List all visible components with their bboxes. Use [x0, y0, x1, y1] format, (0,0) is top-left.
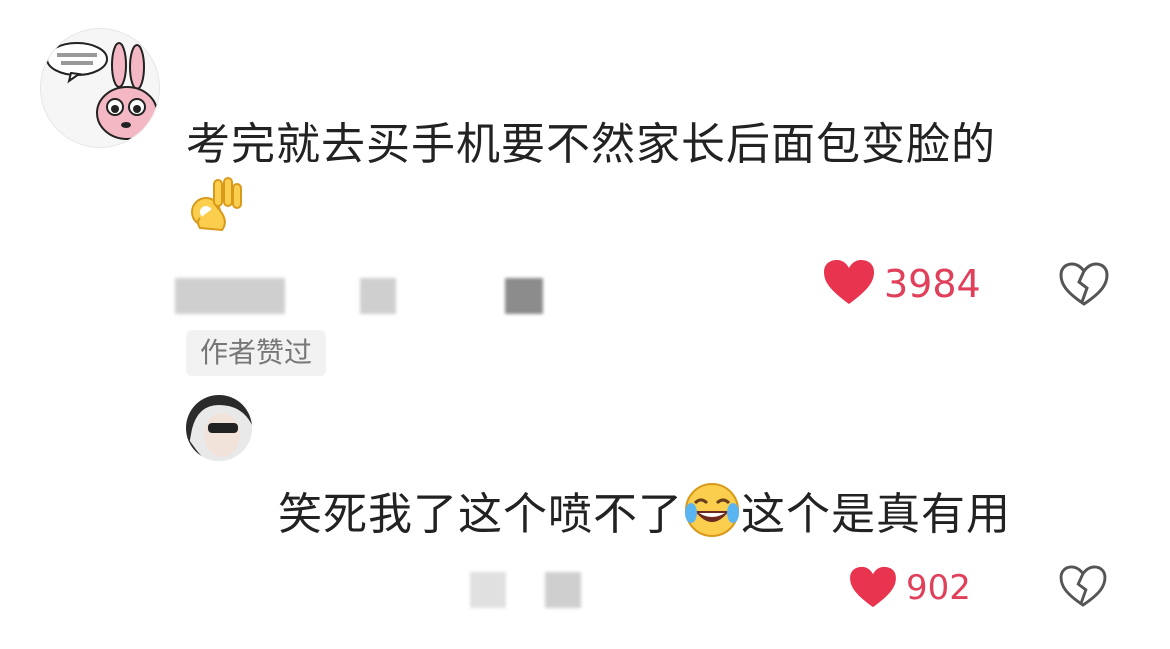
bunny-avatar-icon [46, 42, 158, 140]
user-avatar-icon [186, 395, 252, 461]
laughing-emoji-icon [685, 483, 739, 537]
like-heart-icon[interactable] [848, 565, 898, 609]
dislike-broken-heart-icon[interactable] [1058, 565, 1108, 607]
reply-text-part1: 笑死我了这个喷不了 [278, 489, 683, 540]
blurred-meta [175, 278, 285, 314]
blurred-meta [470, 572, 506, 608]
author-liked-badge: 作者赞过 [186, 330, 327, 376]
like-count: 902 [906, 568, 971, 608]
reply-text-part2: 这个是真有用 [741, 489, 1011, 540]
avatar[interactable] [186, 395, 252, 461]
comment-text: 考完就去买手机要不然家长后面包变脸的 [186, 119, 996, 170]
blurred-meta [360, 278, 396, 314]
like-heart-icon[interactable] [822, 258, 876, 306]
like-count: 3984 [884, 262, 981, 306]
avatar[interactable] [40, 28, 160, 148]
blurred-meta [505, 278, 543, 314]
ok-hand-emoji-icon [186, 172, 248, 234]
reply-text-row: 笑死我了这个喷不了 这个是真有用 [278, 478, 1011, 540]
blurred-meta [545, 572, 581, 608]
dislike-broken-heart-icon[interactable] [1058, 262, 1110, 306]
